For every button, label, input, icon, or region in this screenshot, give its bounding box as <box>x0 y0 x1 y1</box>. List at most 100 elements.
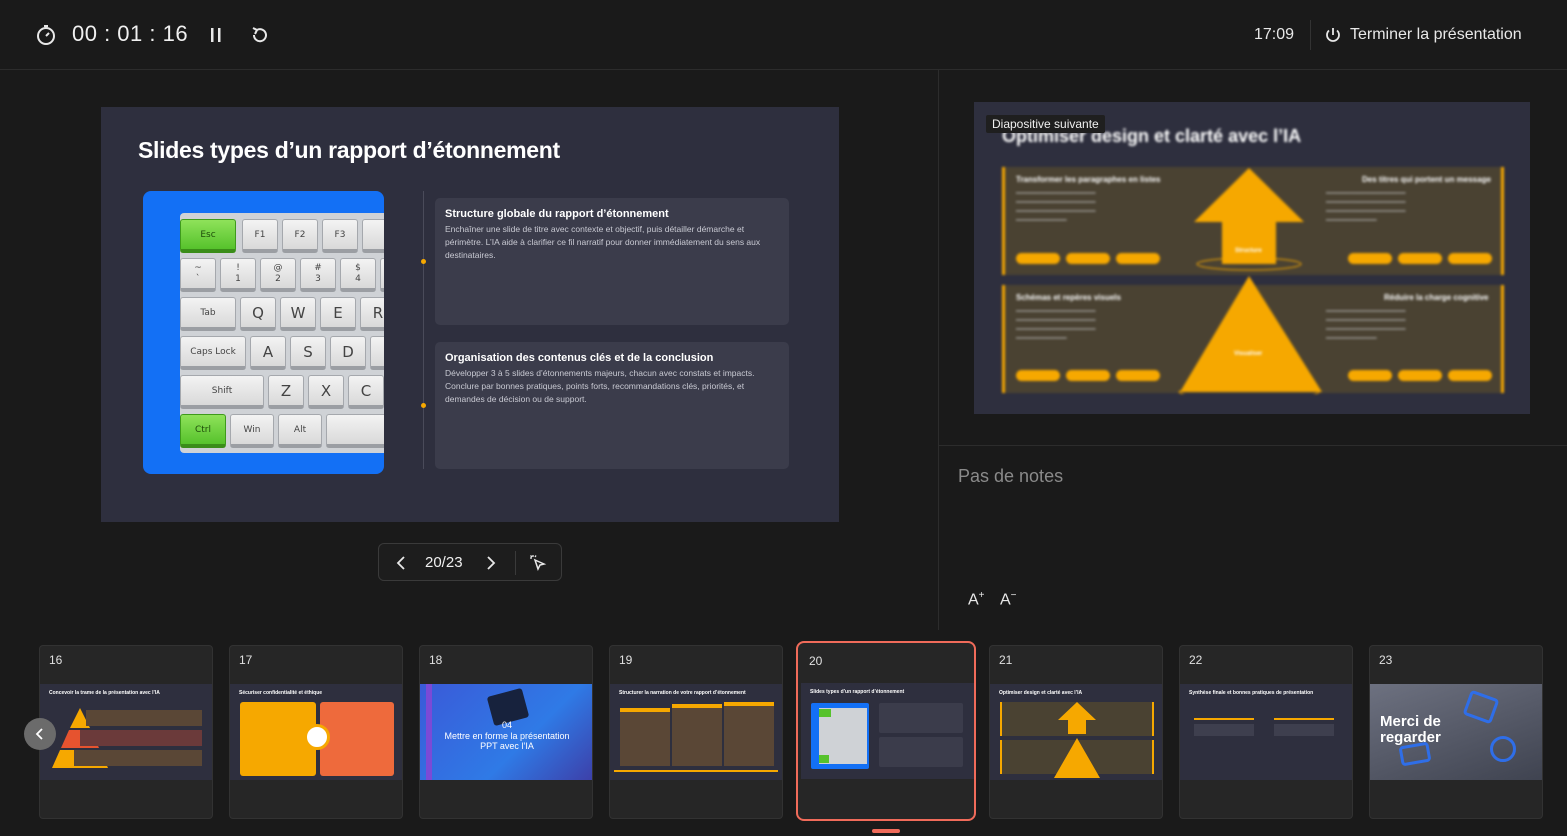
thumbnail-title: Slides types d’un rapport d’étonnement <box>810 689 905 695</box>
thumbnail-17[interactable]: 17 Sécuriser confidentialité et éthique <box>229 645 403 819</box>
end-presentation-label: Terminer la présentation <box>1350 26 1522 43</box>
chip <box>1116 253 1160 264</box>
panel-heading: Réduire la charge cognitive <box>1384 293 1489 302</box>
key: F2 <box>282 219 318 253</box>
key: ~ ` <box>180 258 216 292</box>
next-slide-label: Diapositive suivante <box>986 115 1105 133</box>
chip <box>1066 370 1110 381</box>
decrease-font-button[interactable]: A− <box>1000 590 1017 609</box>
chip <box>1066 253 1110 264</box>
current-slide: Slides types d’un rapport d’étonnement E… <box>101 107 839 522</box>
content-card: Organisation des contenus clés et de la … <box>435 342 789 469</box>
thumbnail-16[interactable]: 16 Concevoir la trame de la présentation… <box>39 645 213 819</box>
key <box>380 258 384 292</box>
section-number: 04 <box>501 720 512 730</box>
laser-pointer-button[interactable] <box>528 553 548 573</box>
thumbnail-23[interactable]: 23 Merci de regarder <box>1369 645 1543 819</box>
chip <box>1448 370 1492 381</box>
scroll-left-button[interactable] <box>24 718 56 750</box>
panel-text: ━━━━━━━━━━━━━━━━━━━━━━ ━━━━━━━━━━━━━━━━━━… <box>1016 309 1096 342</box>
chip <box>1016 253 1060 264</box>
next-slide-button[interactable] <box>481 553 501 573</box>
key: Shift <box>180 375 264 409</box>
chip <box>1398 253 1442 264</box>
panel-text: ━━━━━━━━━━━━━━━━━━━━━━ ━━━━━━━━━━━━━━━━━━… <box>1016 191 1096 224</box>
arrow-label: Structure <box>1235 248 1262 254</box>
thumbnail-18[interactable]: 18 04 Mettre en forme la présentation PP… <box>419 645 593 819</box>
notes-divider <box>939 445 1567 446</box>
thumbnail-image: Sécuriser confidentialité et éthique <box>230 684 402 780</box>
thumbnail-title: Concevoir la trame de la présentation av… <box>49 690 160 696</box>
thumbnail-image: Slides types d’un rapport d’étonnement <box>801 683 974 779</box>
previous-slide-button[interactable] <box>391 553 411 573</box>
increase-font-button[interactable]: A+ <box>968 590 985 609</box>
next-slide-preview[interactable]: Optimiser design et clarté avec l’IA Tra… <box>974 102 1530 414</box>
chip <box>1016 370 1060 381</box>
panel-text: ━━━━━━━━━━━━━━━━━━━━━━ ━━━━━━━━━━━━━━━━━━… <box>1326 309 1406 342</box>
divider <box>515 551 516 575</box>
thumbnail-image: Merci de regarder <box>1370 684 1542 780</box>
panel-heading: Transformer les paragraphes en listes <box>1016 175 1161 184</box>
key: ! 1 <box>220 258 256 292</box>
key: #3 <box>300 258 336 292</box>
content-card: Structure globale du rapport d’étonnemen… <box>435 198 789 325</box>
thumbnail-number: 21 <box>999 653 1013 667</box>
strip-fade <box>0 645 22 821</box>
thumbnail-22[interactable]: 22 Synthèse finale et bonnes pratiques d… <box>1179 645 1353 819</box>
key: Tab <box>180 297 236 331</box>
chevron-left-icon <box>396 556 405 570</box>
chip <box>1116 370 1160 381</box>
top-bar: 00 : 01 : 16 17:09 Terminer la présentat… <box>0 0 1567 70</box>
key: Q <box>240 297 276 331</box>
key: E <box>320 297 356 331</box>
reset-timer-icon[interactable] <box>248 23 272 47</box>
arrow-graphic <box>1178 168 1322 394</box>
thumbnail-title: Optimiser design et clarté avec l’IA <box>999 690 1083 696</box>
key: F3 <box>322 219 358 253</box>
thumbnail-image: Concevoir la trame de la présentation av… <box>40 684 212 780</box>
thumbnail-title: Merci de regarder <box>1380 713 1441 746</box>
presenter-view: 00 : 01 : 16 17:09 Terminer la présentat… <box>0 0 1567 836</box>
arrow-label: Visualiser <box>1234 351 1263 357</box>
thumbnail-image: 04 Mettre en forme la présentation PPT a… <box>420 684 592 780</box>
current-time: 17:09 <box>1254 26 1295 43</box>
key: X <box>308 375 344 409</box>
key: Ctrl <box>180 414 226 448</box>
end-presentation-button[interactable]: Terminer la présentation <box>1324 20 1522 50</box>
chip <box>1448 253 1492 264</box>
pause-icon[interactable] <box>204 23 228 47</box>
strip-scroll-indicator <box>872 829 900 833</box>
panel-heading: Schémas et repères visuels <box>1016 293 1121 302</box>
thumbnail-title: Synthèse finale et bonnes pratiques de p… <box>1189 690 1314 696</box>
thumbnail-image: Synthèse finale et bonnes pratiques de p… <box>1180 684 1352 780</box>
key: Alt <box>278 414 322 448</box>
key: Caps Lock <box>180 336 246 370</box>
thumbnail-20[interactable]: 20 Slides types d’un rapport d’étonnemen… <box>796 641 976 821</box>
thumbnail-number: 17 <box>239 653 253 667</box>
thumbnail-19[interactable]: 19 Structurer la narration de votre rapp… <box>609 645 783 819</box>
stopwatch-icon <box>34 23 58 47</box>
key <box>370 336 384 370</box>
divider <box>1310 20 1311 50</box>
key <box>362 219 384 253</box>
thumbnail-21[interactable]: 21 Optimiser design et clarté avec l’IA <box>989 645 1163 819</box>
thumbnail-image: Optimiser design et clarté avec l’IA <box>990 684 1162 780</box>
key: R <box>360 297 384 331</box>
key: Z <box>268 375 304 409</box>
card-body: Enchaîner une slide de titre avec contex… <box>445 224 761 260</box>
key: @2 <box>260 258 296 292</box>
key: A <box>250 336 286 370</box>
thumbnail-image: Structurer la narration de votre rapport… <box>610 684 782 780</box>
slide-navigator: 20/23 <box>378 543 562 581</box>
thumbnail-number: 16 <box>49 653 63 667</box>
key: D <box>330 336 366 370</box>
keyboard-illustration: Esc F1 F2 F3 ~ ` ! 1 @2 #3 $4 Tab Q W E R … <box>180 213 384 453</box>
thumbnail-title: Sécuriser confidentialité et éthique <box>239 690 323 696</box>
power-icon <box>1326 28 1340 42</box>
timeline-dot <box>421 403 426 408</box>
chip <box>1398 370 1442 381</box>
chevron-right-icon <box>487 556 496 570</box>
elapsed-timer: 00 : 01 : 16 <box>72 21 189 46</box>
key <box>326 414 384 448</box>
chip <box>1348 253 1392 264</box>
